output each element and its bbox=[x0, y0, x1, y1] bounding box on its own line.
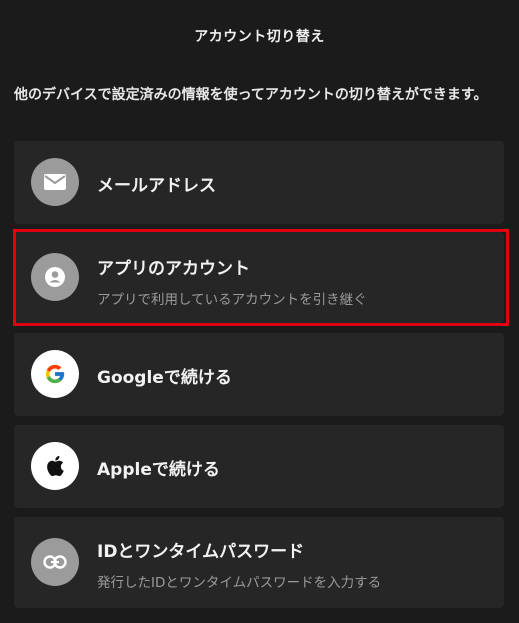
id-otp-option-subtitle: 発行したIDとワンタイムパスワードを入力する bbox=[97, 575, 382, 591]
email-option-label: メールアドレス bbox=[97, 176, 216, 196]
header: アカウント切り替え bbox=[0, 0, 519, 72]
app-account-option-button[interactable]: アプリのアカウント アプリで利用しているアカウントを引き継ぐ bbox=[14, 232, 504, 323]
id-otp-option-label: IDとワンタイムパスワード bbox=[97, 542, 305, 562]
user-icon bbox=[31, 253, 79, 301]
description-text: 他のデバイスで設定済みの情報を使ってアカウントの切り替えができます。 bbox=[14, 87, 488, 103]
page-title: アカウント切り替え bbox=[194, 29, 325, 45]
link-icon bbox=[31, 538, 79, 586]
apple-signin-label: Appleで続ける bbox=[97, 460, 220, 480]
apple-signin-button[interactable]: Appleで続ける bbox=[14, 425, 504, 508]
app-account-option-label: アプリのアカウント bbox=[97, 259, 250, 279]
google-signin-button[interactable]: Googleで続ける bbox=[14, 333, 504, 416]
apple-icon bbox=[31, 442, 79, 490]
google-signin-label: Googleで続ける bbox=[97, 368, 232, 388]
id-otp-option-button[interactable]: IDとワンタイムパスワード 発行したIDとワンタイムパスワードを入力する bbox=[14, 517, 504, 608]
email-option-button[interactable]: メールアドレス bbox=[14, 141, 504, 224]
google-icon bbox=[31, 350, 79, 398]
mail-icon bbox=[31, 158, 79, 206]
app-account-option-subtitle: アプリで利用しているアカウントを引き継ぐ bbox=[97, 292, 367, 308]
